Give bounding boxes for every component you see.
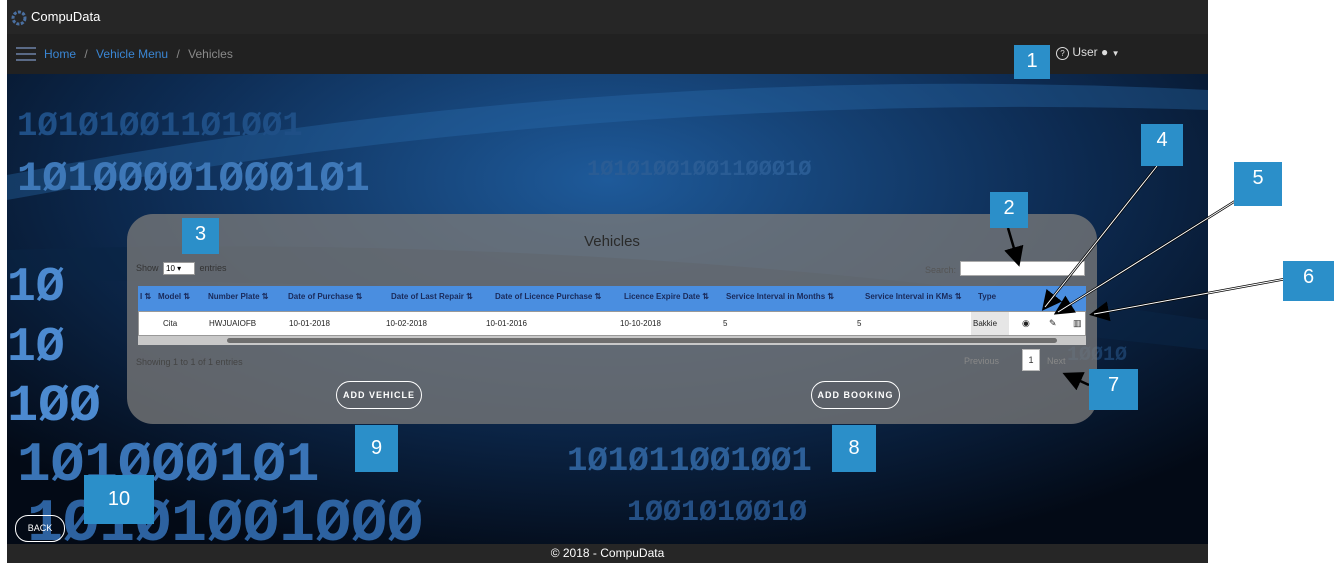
callout-2: 2 xyxy=(990,192,1028,228)
callout-7: 7 xyxy=(1089,369,1138,410)
callout-3: 3 xyxy=(182,218,219,254)
callout-4: 4 xyxy=(1141,124,1183,166)
callout-8: 8 xyxy=(832,425,876,472)
callout-5: 5 xyxy=(1234,162,1282,206)
callout-10: 10 xyxy=(84,475,154,524)
annotation-arrows xyxy=(1004,165,1286,391)
callout-9: 9 xyxy=(355,425,398,472)
callout-6: 6 xyxy=(1283,261,1334,301)
callout-1: 1 xyxy=(1014,45,1050,79)
